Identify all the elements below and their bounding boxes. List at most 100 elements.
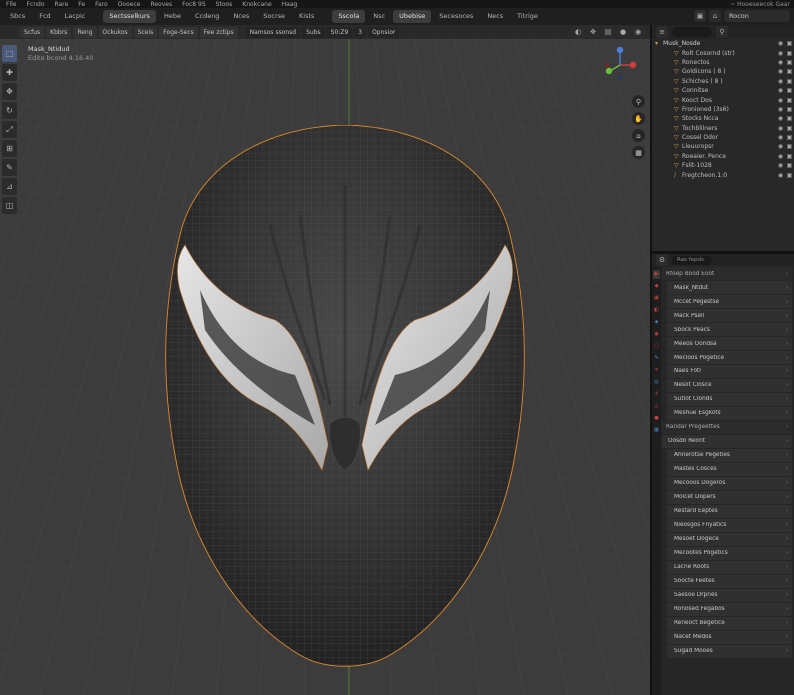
properties-panel-row[interactable]: Mesoet Dogece › bbox=[667, 532, 792, 546]
properties-panel-row[interactable]: Meshue Esgkots › bbox=[667, 406, 792, 421]
expand-chevron-icon[interactable]: › bbox=[786, 508, 788, 514]
transform-icon[interactable]: ⊞ bbox=[2, 140, 17, 157]
filter-icon[interactable]: ⚲ bbox=[716, 26, 728, 38]
navigation-gizmo[interactable] bbox=[600, 43, 640, 79]
outliner-item[interactable]: ▽ Lleuuropsr ◉ ▣ bbox=[652, 142, 794, 151]
expand-chevron-icon[interactable]: › bbox=[786, 620, 788, 626]
expand-chevron-icon[interactable]: › bbox=[786, 452, 788, 458]
workspace-tab[interactable]: Sectsselkurs bbox=[103, 10, 156, 23]
expand-chevron-icon[interactable]: › bbox=[786, 550, 788, 556]
properties-panel-row[interactable]: Restard Eeptes › bbox=[667, 504, 792, 518]
workspace-tab[interactable]: Kists bbox=[293, 10, 320, 23]
properties-panel-row[interactable]: Sugad Mooes › bbox=[667, 644, 792, 658]
annotate-icon[interactable]: ✎ bbox=[2, 159, 17, 176]
properties-panel-row[interactable]: Lacne Roots › bbox=[667, 560, 792, 574]
view-layer-tab-icon[interactable]: ◧ bbox=[653, 306, 660, 315]
cursor-icon[interactable]: ✚ bbox=[2, 64, 17, 81]
camera-visibility-icon[interactable]: ▣ bbox=[785, 134, 794, 141]
eye-icon[interactable]: ◉ bbox=[776, 40, 785, 47]
properties-panel-row[interactable]: Nacet Medos › bbox=[667, 630, 792, 644]
expand-chevron-icon[interactable]: › bbox=[786, 396, 788, 402]
eye-icon[interactable]: ◉ bbox=[776, 134, 785, 141]
properties-panel-row[interactable]: Ahnerotse Pegeties › bbox=[667, 448, 792, 462]
properties-panel-row[interactable]: Meeos Oondsa › bbox=[667, 336, 792, 351]
menu-item[interactable]: Faro bbox=[93, 1, 110, 8]
menu-item[interactable]: Knokcane bbox=[240, 1, 273, 8]
workspace-tab[interactable]: Nsc bbox=[367, 10, 391, 23]
object-tab-icon[interactable]: ▢ bbox=[653, 342, 660, 351]
measure-icon[interactable]: ⊿ bbox=[2, 178, 17, 195]
expand-chevron-icon[interactable]: › bbox=[786, 536, 788, 542]
expand-chevron-icon[interactable]: › bbox=[786, 466, 788, 472]
render-tab-icon[interactable]: ◆ bbox=[653, 282, 660, 291]
scene-tab-icon[interactable]: ◈ bbox=[653, 318, 660, 327]
gizmo-x-handle[interactable] bbox=[629, 61, 637, 69]
gizmo-toggle-icon[interactable]: ✥ bbox=[587, 26, 599, 38]
viewport-option[interactable]: Opnsior bbox=[368, 26, 400, 38]
scene-browse-icon[interactable]: ▣ bbox=[694, 10, 706, 22]
gizmo-neg-z-handle[interactable] bbox=[617, 74, 623, 79]
viewport-menu-item[interactable]: Sceis bbox=[133, 26, 158, 38]
expand-chevron-icon[interactable]: › bbox=[786, 522, 788, 528]
properties-panel-row[interactable]: Ronosed Fegabos › bbox=[667, 602, 792, 616]
camera-visibility-icon[interactable]: ▣ bbox=[785, 59, 794, 66]
display-mode-icon[interactable]: ≡ bbox=[656, 26, 668, 38]
viewport-menu-item[interactable]: Kbbrs bbox=[46, 26, 72, 38]
workspace-tab[interactable]: Fcd bbox=[33, 10, 56, 23]
camera-visibility-icon[interactable]: ▣ bbox=[785, 87, 794, 94]
camera-visibility-icon[interactable]: ▣ bbox=[785, 106, 794, 113]
xray-icon[interactable]: ▤ bbox=[602, 26, 614, 38]
menu-item[interactable]: Haag bbox=[280, 1, 300, 8]
viewport-menu-item[interactable]: Reng bbox=[73, 26, 97, 38]
viewport-overlay-icon[interactable]: ◐ bbox=[572, 26, 584, 38]
expand-chevron-icon[interactable]: › bbox=[786, 355, 788, 361]
expand-chevron-icon[interactable]: › bbox=[786, 606, 788, 612]
workspace-tab[interactable]: Socrse bbox=[257, 10, 291, 23]
expand-chevron-icon[interactable]: › bbox=[786, 634, 788, 640]
properties-panel-row[interactable]: Nieosgos Fnyatics › bbox=[667, 518, 792, 532]
viewport-menu-item[interactable]: Foge-Secs bbox=[159, 26, 198, 38]
eye-icon[interactable]: ◉ bbox=[776, 87, 785, 94]
menu-item[interactable]: Fe bbox=[76, 1, 87, 8]
workspace-tab[interactable]: Sbcs bbox=[4, 10, 31, 23]
outliner-item[interactable]: ▽ Kooct Dos ◉ ▣ bbox=[652, 95, 794, 104]
camera-visibility-icon[interactable]: ▣ bbox=[785, 143, 794, 150]
properties-section-header[interactable]: Rfoep Bood Eoot › bbox=[662, 267, 792, 281]
gizmo-neg-x-handle[interactable] bbox=[604, 62, 610, 68]
outliner-item[interactable]: ▽ Rolt Cosornd (str) ◉ ▣ bbox=[652, 48, 794, 57]
properties-panel-row[interactable]: Mccet Pegestse › bbox=[667, 294, 792, 309]
outliner-item[interactable]: ▽ Ronectos ◉ ▣ bbox=[652, 58, 794, 67]
material-shading-icon[interactable]: ◉ bbox=[632, 26, 644, 38]
expand-chevron-icon[interactable]: › bbox=[786, 368, 788, 374]
eye-icon[interactable]: ◉ bbox=[776, 143, 785, 150]
menu-item[interactable]: Foc8 9S bbox=[180, 1, 208, 8]
move-icon[interactable]: ✥ bbox=[2, 83, 17, 100]
expand-chevron-icon[interactable]: › bbox=[786, 410, 788, 416]
camera-visibility-icon[interactable]: ▣ bbox=[785, 97, 794, 104]
camera-visibility-icon[interactable]: ▣ bbox=[785, 162, 794, 169]
expand-chevron-icon[interactable]: › bbox=[786, 480, 788, 486]
expand-chevron-icon[interactable]: › bbox=[786, 648, 788, 654]
mask-mesh[interactable] bbox=[150, 125, 540, 685]
eye-icon[interactable]: ◉ bbox=[776, 50, 785, 57]
camera-icon[interactable]: ⌂ bbox=[632, 129, 645, 142]
workspace-tab[interactable]: Necs bbox=[481, 10, 509, 23]
camera-visibility-icon[interactable]: ▣ bbox=[785, 172, 794, 179]
expand-chevron-icon[interactable]: › bbox=[786, 313, 788, 319]
physics-tab-icon[interactable]: ◎ bbox=[653, 378, 660, 387]
output-tab-icon[interactable]: ▣ bbox=[653, 294, 660, 303]
expand-chevron-icon[interactable]: › bbox=[786, 271, 788, 277]
properties-panel-row[interactable]: Mastes Cosces › bbox=[667, 462, 792, 476]
expand-chevron-icon[interactable]: › bbox=[786, 438, 788, 444]
camera-visibility-icon[interactable]: ▣ bbox=[785, 153, 794, 160]
camera-visibility-icon[interactable]: ▣ bbox=[785, 50, 794, 57]
outliner-item[interactable]: ▽ Stocks Ncca ◉ ▣ bbox=[652, 114, 794, 123]
menu-item[interactable]: Fcndo bbox=[24, 1, 46, 8]
eye-icon[interactable]: ◉ bbox=[776, 125, 785, 132]
viewport-option[interactable]: S0:Z9 bbox=[326, 26, 353, 38]
properties-panel-row[interactable]: Sbock Peacs › bbox=[667, 322, 792, 337]
menu-item[interactable]: Flle bbox=[4, 1, 18, 8]
properties-panel-row[interactable]: Reneoct Begetice › bbox=[667, 616, 792, 630]
properties-search-input[interactable]: Ras fepds bbox=[672, 255, 712, 265]
properties-panel-row[interactable]: Mecooos Dogeros › bbox=[667, 476, 792, 490]
